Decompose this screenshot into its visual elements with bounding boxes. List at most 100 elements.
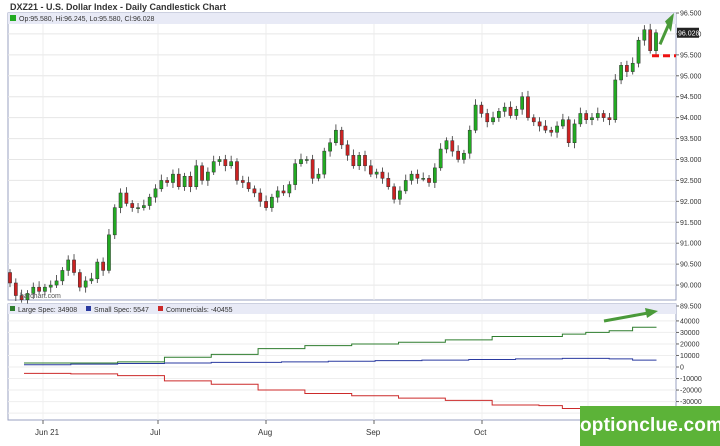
candle-body: [270, 196, 274, 208]
cot-legend-label: Large Spec: 34908: [18, 307, 77, 314]
candle-body: [95, 261, 100, 280]
candle-body: [444, 140, 449, 150]
candle-body: [555, 125, 559, 133]
price-y-tick-label: 91.000: [680, 241, 702, 248]
x-tick-label: Oct: [474, 428, 487, 437]
candle-body: [374, 171, 379, 175]
candle-body: [601, 113, 606, 118]
cot-legend: Large Spec: 34908 Small Spec: 5547 Commerc…: [10, 306, 233, 314]
candle-body: [147, 196, 152, 206]
candle-body: [432, 167, 437, 183]
candle-body: [450, 140, 455, 152]
candle-body: [194, 165, 199, 187]
candle-body: [590, 117, 594, 120]
candle-body: [351, 155, 356, 167]
candle-body: [48, 284, 53, 288]
candle-body: [176, 173, 181, 187]
candle-body: [648, 29, 653, 51]
candle-body: [43, 286, 47, 292]
candle-body: [188, 175, 193, 187]
cot-legend-swatch: [158, 306, 163, 311]
ohlc-readout: Op:95.580, Hi:96.245, Lo:95.580, Cl:96.0…: [19, 16, 155, 23]
price-y-tick-label: 93.500: [680, 136, 702, 143]
candle-body: [363, 155, 367, 167]
candle-body: [252, 188, 257, 194]
cot-y-tick-label: 0: [680, 365, 684, 372]
cot-legend-label: Small Spec: 5547: [94, 307, 149, 314]
cot-y-tick-label: 10000: [680, 353, 700, 360]
cot-y-tick-label: -30000: [680, 399, 702, 406]
cot-y-tick-label: 40000: [680, 318, 700, 325]
candle-body: [142, 205, 146, 208]
candle-body: [561, 119, 565, 127]
candle-body: [473, 104, 478, 131]
candle-body: [520, 96, 524, 110]
candle-body: [456, 150, 460, 160]
candle-body: [479, 104, 484, 114]
candle-body: [630, 62, 635, 72]
candle-body: [72, 259, 76, 273]
candle-body: [485, 113, 490, 123]
candle-body: [275, 190, 280, 198]
candle-body: [281, 190, 286, 194]
candle-body: [264, 201, 268, 208]
ohlc-swatch: [10, 15, 16, 21]
candle-body: [235, 161, 239, 181]
candle-body: [467, 129, 472, 154]
cot-y-tick-label: -10000: [680, 376, 702, 383]
candle-body: [310, 159, 315, 179]
cot-legend-swatch: [86, 306, 91, 311]
candle-body: [83, 280, 88, 288]
price-y-tick-label: 90.500: [680, 262, 702, 269]
candle-body: [625, 65, 629, 72]
candle-body: [462, 152, 466, 160]
candle-body: [8, 272, 12, 284]
candle-body: [514, 109, 519, 116]
candle-body: [508, 106, 513, 116]
candle-body: [200, 165, 204, 181]
candle-body: [398, 190, 402, 200]
candle-body: [380, 171, 385, 179]
candle-body: [159, 180, 164, 190]
price-y-tick-label: 94.500: [680, 94, 702, 101]
candle-body: [642, 29, 647, 41]
candle-body: [101, 261, 105, 271]
candle-body: [37, 286, 41, 292]
candle-body: [595, 113, 600, 118]
x-axis: Jun 21JulAugSepOctNov: [35, 420, 594, 437]
candle-body: [368, 165, 373, 175]
candle-body: [60, 270, 65, 282]
candle-body: [66, 259, 71, 271]
candle-body: [502, 106, 507, 112]
candle-body: [211, 161, 216, 173]
candle-body: [112, 207, 117, 236]
candle-body: [182, 175, 187, 187]
candle-body: [13, 282, 18, 296]
candle-body: [566, 119, 571, 144]
candle-body: [223, 159, 228, 167]
candle-body: [403, 180, 408, 192]
candle-body: [357, 155, 362, 167]
last-value-label: 96.028: [677, 27, 700, 38]
x-tick-label: Jul: [150, 428, 160, 437]
last-value-text: 96.028: [678, 30, 700, 37]
candle-body: [497, 111, 501, 118]
candle-body: [118, 192, 123, 208]
candle-body: [619, 65, 623, 81]
price-y-tick-label: 95.500: [680, 52, 702, 59]
candle-body: [613, 79, 618, 120]
candle-body: [171, 173, 175, 183]
candle-body: [328, 142, 332, 152]
price-y-tick-label: 96.500: [680, 11, 702, 18]
candle-body: [54, 280, 59, 286]
candle-body: [153, 188, 158, 198]
chart-title: DXZ21 - U.S. Dollar Index - Daily Candle…: [10, 2, 226, 12]
candle-body: [392, 186, 396, 200]
candle-body: [438, 148, 443, 169]
candle-body: [636, 39, 641, 64]
chart-canvas: 96.50096.00095.50095.00094.50094.00093.5…: [7, 2, 702, 437]
candle-body: [165, 180, 169, 183]
candle-body: [526, 96, 530, 118]
cot-y-axis: 400003000020000100000-10000-20000-30000-…: [676, 318, 702, 418]
price-y-axis: 96.50096.00095.50095.00094.50094.00093.5…: [676, 11, 702, 311]
